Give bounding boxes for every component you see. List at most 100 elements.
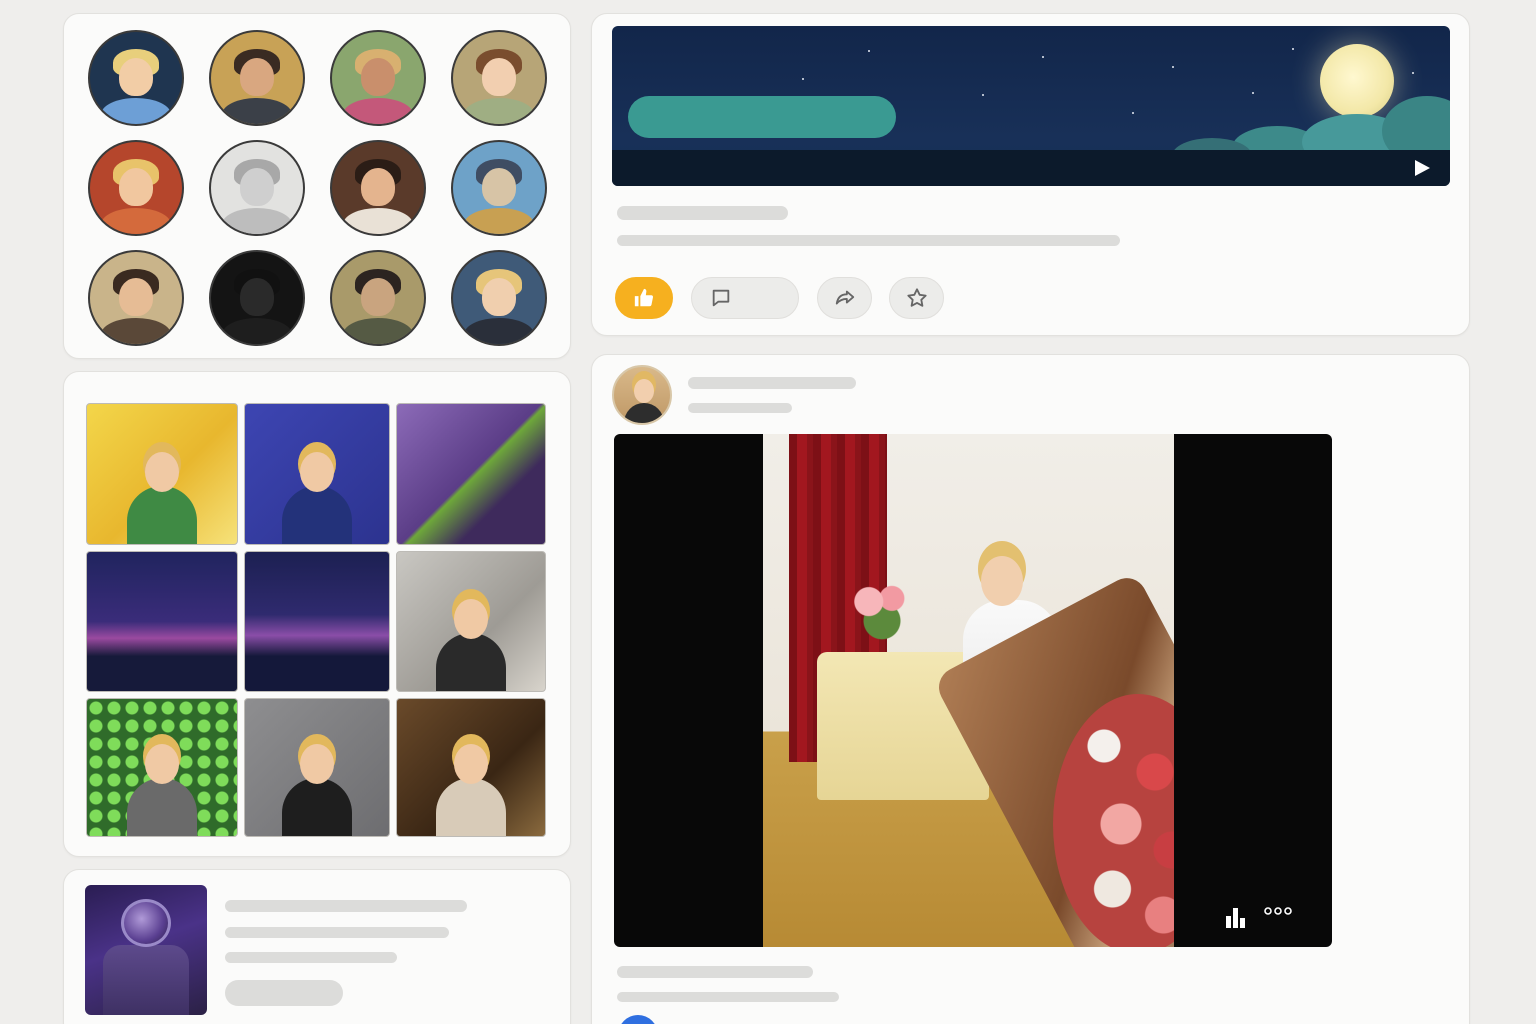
- game-subtitle-placeholder: [225, 927, 449, 938]
- play-game-button[interactable]: [225, 980, 343, 1006]
- game-thumbnail[interactable]: [85, 885, 207, 1015]
- friend-3-avatar[interactable]: [330, 30, 426, 126]
- avatar-shoulders: [464, 318, 534, 344]
- star-decoration: [1172, 66, 1174, 68]
- game-character-body: [103, 945, 189, 1015]
- avatar-face: [360, 277, 396, 317]
- post-card: [591, 354, 1470, 1024]
- story-description-placeholder: [617, 235, 1120, 246]
- story-card: [591, 13, 1470, 336]
- photo-person-body: [436, 633, 506, 691]
- star-decoration: [1412, 72, 1414, 74]
- friend-7-avatar[interactable]: [330, 140, 426, 236]
- avatar-face: [118, 57, 154, 97]
- story-video-banner[interactable]: [612, 26, 1450, 186]
- woman-head-scene: [981, 556, 1023, 606]
- comment-button[interactable]: [691, 277, 799, 319]
- friend-8-avatar[interactable]: [451, 140, 547, 236]
- avatar-face: [239, 277, 275, 317]
- post-description-placeholder: [617, 992, 839, 1002]
- photo-person-body: [127, 778, 197, 836]
- avatar-shoulders: [101, 208, 171, 234]
- friend-9-avatar[interactable]: [88, 250, 184, 346]
- friend-10-avatar[interactable]: [209, 250, 305, 346]
- photos-card: [63, 371, 571, 857]
- game-card: [63, 869, 571, 1024]
- photo-person-head: [145, 744, 179, 784]
- friend-11-avatar[interactable]: [330, 250, 426, 346]
- avatar-face: [118, 277, 154, 317]
- avatar-face: [481, 167, 517, 207]
- avatar-shoulders: [101, 318, 171, 344]
- post-timestamp-placeholder: [688, 403, 792, 413]
- photo-8-thumbnail[interactable]: [244, 698, 390, 837]
- story-title-placeholder: [617, 206, 788, 220]
- star-decoration: [1132, 112, 1134, 114]
- avatar-shoulders: [464, 98, 534, 124]
- moon-illustration: [1320, 44, 1394, 118]
- friend-4-avatar[interactable]: [451, 30, 547, 126]
- video-frame: [763, 434, 1174, 947]
- friend-2-avatar[interactable]: [209, 30, 305, 126]
- avatar-shoulders: [101, 98, 171, 124]
- photo-person-body: [127, 486, 197, 544]
- star-decoration: [982, 94, 984, 96]
- play-icon[interactable]: [1412, 158, 1432, 178]
- video-control-bar: [612, 150, 1450, 186]
- avatar-shoulders: [222, 98, 292, 124]
- game-character-helmet: [121, 899, 171, 947]
- bookmark-button[interactable]: [889, 277, 944, 319]
- photo-person-head: [300, 452, 334, 492]
- friend-6-avatar[interactable]: [209, 140, 305, 236]
- vase-flowers-scene: [849, 576, 915, 640]
- photo-2-thumbnail[interactable]: [244, 403, 390, 545]
- share-button[interactable]: [817, 277, 872, 319]
- avatar-shoulders: [464, 208, 534, 234]
- friend-12-avatar[interactable]: [451, 250, 547, 346]
- game-meta-placeholder: [225, 952, 397, 963]
- game-title-placeholder: [225, 900, 467, 912]
- photo-1-thumbnail[interactable]: [86, 403, 238, 545]
- star-decoration: [1292, 48, 1294, 50]
- star-icon: [906, 288, 927, 307]
- more-icon[interactable]: [1264, 906, 1292, 916]
- avatar-face: [118, 167, 154, 207]
- story-caption-pill: [628, 96, 896, 138]
- photo-9-thumbnail[interactable]: [396, 698, 546, 837]
- avatar-shoulders: [222, 208, 292, 234]
- star-decoration: [1042, 56, 1044, 58]
- avatar-face: [360, 167, 396, 207]
- stats-icon[interactable]: [1224, 906, 1248, 928]
- friend-1-avatar[interactable]: [88, 30, 184, 126]
- photo-person-body: [282, 778, 352, 836]
- avatar-shoulders: [343, 318, 413, 344]
- avatar-shoulders: [343, 98, 413, 124]
- avatar-shoulders: [222, 318, 292, 344]
- post-video[interactable]: [614, 434, 1332, 947]
- photo-6-thumbnail[interactable]: [396, 551, 546, 692]
- share-icon: [835, 290, 854, 305]
- photos-grid: [86, 403, 546, 837]
- comment-icon: [712, 289, 730, 307]
- avatar-face: [481, 277, 517, 317]
- friend-5-avatar[interactable]: [88, 140, 184, 236]
- photo-7-thumbnail[interactable]: [86, 698, 238, 837]
- avatar-face: [239, 167, 275, 207]
- photo-4-thumbnail[interactable]: [86, 551, 238, 692]
- photo-5-thumbnail[interactable]: [244, 551, 390, 692]
- photo-3-thumbnail[interactable]: [396, 403, 546, 545]
- photo-person-head: [454, 599, 488, 639]
- avatar-face: [360, 57, 396, 97]
- avatar-shoulders: [343, 208, 413, 234]
- photo-person-head: [145, 452, 179, 492]
- post-author-avatar[interactable]: [612, 365, 672, 425]
- photo-person-head: [454, 744, 488, 784]
- friends-card: [63, 13, 571, 359]
- like-button[interactable]: [615, 277, 673, 319]
- post-reaction-badge[interactable]: [618, 1015, 658, 1024]
- photo-person-head: [300, 744, 334, 784]
- friends-avatar-grid: [88, 30, 547, 346]
- avatar-shoulders: [624, 403, 664, 423]
- thumbs-up-icon: [634, 288, 654, 307]
- avatar-head: [634, 379, 654, 403]
